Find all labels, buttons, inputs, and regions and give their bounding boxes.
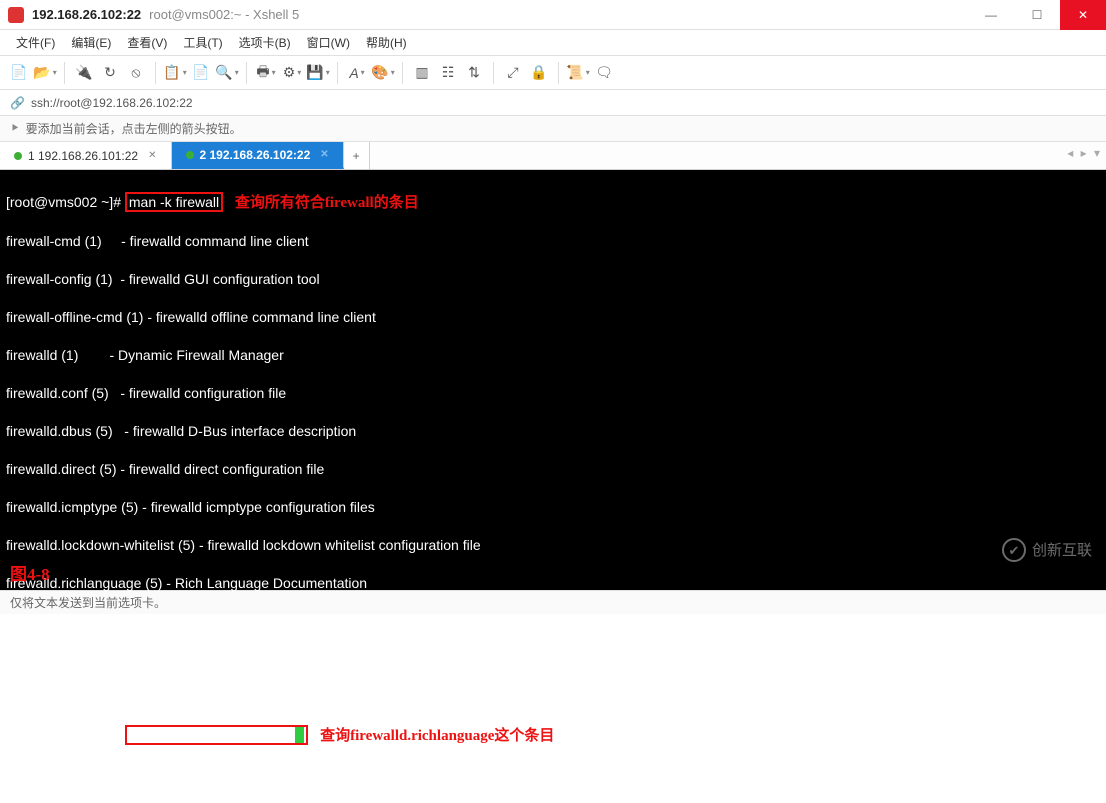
print-icon[interactable]: 🖶 <box>257 64 275 82</box>
tabbar: 1 192.168.26.101:22 ✕ 2 192.168.26.102:2… <box>0 142 1106 170</box>
terminal-output-line: firewalld.conf (5) - firewalld configura… <box>6 384 1100 403</box>
tab-label: 1 192.168.26.101:22 <box>28 149 138 163</box>
minimize-button[interactable]: — <box>968 0 1014 30</box>
menu-view[interactable]: 查看(V) <box>121 32 173 53</box>
window-title-main: 192.168.26.102:22 <box>32 7 141 22</box>
hintbar: ⯈ 要添加当前会话，点击左侧的箭头按钮。 <box>0 116 1106 142</box>
tab-close-icon[interactable]: ✕ <box>148 150 156 161</box>
address-url: ssh://root@192.168.26.102:22 <box>31 96 193 110</box>
terminal-output-line: firewalld.icmptype (5) - firewalld icmpt… <box>6 498 1100 517</box>
highlighted-command-2: man firewalld.richlanguage <box>125 725 309 745</box>
toolbar-separator <box>402 62 403 84</box>
titlebar: 192.168.26.102:22 root@vms002:~ - Xshell… <box>0 0 1106 30</box>
tunneling-icon[interactable]: ☷ <box>439 64 457 82</box>
terminal-output-line: firewalld.zone (5) - firewalld zone conf… <box>6 650 1100 669</box>
tab-label: 2 192.168.26.102:22 <box>200 148 311 162</box>
terminal-output-line: firewalld.zones (5) - firewalld zones <box>6 688 1100 707</box>
terminal-output-line: firewalld.dbus (5) - firewalld D-Bus int… <box>6 422 1100 441</box>
watermark-icon: ✔ <box>1002 538 1026 562</box>
highlighted-command-1: man -k firewall <box>125 192 223 212</box>
menu-tools[interactable]: 工具(T) <box>177 32 228 53</box>
prompt: [root@vms002 ~]# <box>6 727 125 743</box>
watermark-text: 创新互联 <box>1032 541 1092 560</box>
annotation-2: 查询firewalld.richlanguage这个条目 <box>320 728 554 744</box>
terminal-output-line: firewalld.direct (5) - firewalld direct … <box>6 460 1100 479</box>
terminal-output-line: firewalld.richlanguage (5) - Rich Langua… <box>6 574 1100 593</box>
terminal-output-line: firewalld.service (5) - firewalld servic… <box>6 612 1100 631</box>
toolbar-separator <box>64 62 65 84</box>
save-icon[interactable]: 💾 <box>309 64 327 82</box>
figure-label: 图4-8 <box>10 565 50 584</box>
link-icon: 🔗 <box>10 96 25 110</box>
compose-icon[interactable]: 🗨 <box>595 64 613 82</box>
copy-icon[interactable]: 📋 <box>166 64 184 82</box>
connect-icon[interactable]: 🔌 <box>75 64 93 82</box>
font-icon[interactable]: A <box>348 64 366 82</box>
window-controls: — ☐ ✕ <box>968 0 1106 30</box>
transfer-icon[interactable]: ⇅ <box>465 64 483 82</box>
menu-tab[interactable]: 选项卡(B) <box>233 32 297 53</box>
new-session-icon[interactable]: 📄 <box>10 64 28 82</box>
find-icon[interactable]: 🔍 <box>218 64 236 82</box>
toolbar-separator <box>558 62 559 84</box>
hint-text: 要添加当前会话，点击左侧的箭头按钮。 <box>26 120 242 137</box>
app-icon <box>8 7 24 23</box>
toolbar-separator <box>493 62 494 84</box>
tab-close-icon[interactable]: ✕ <box>320 149 328 160</box>
add-tab-button[interactable]: + <box>344 142 370 169</box>
maximize-button[interactable]: ☐ <box>1014 0 1060 30</box>
addressbar[interactable]: 🔗 ssh://root@192.168.26.102:22 <box>0 90 1106 116</box>
terminal[interactable]: [root@vms002 ~]# man -k firewall 查询所有符合f… <box>0 170 1106 590</box>
terminal-output-line: firewall-config (1) - firewalld GUI conf… <box>6 270 1100 289</box>
status-dot-icon <box>14 152 22 160</box>
toolbar-separator <box>246 62 247 84</box>
menubar: 文件(F) 编辑(E) 查看(V) 工具(T) 选项卡(B) 窗口(W) 帮助(… <box>0 30 1106 56</box>
toolbar-separator <box>337 62 338 84</box>
script-icon[interactable]: 📜 <box>569 64 587 82</box>
tab-nav-arrows[interactable]: ◂ ▸ ▾ <box>1067 146 1102 160</box>
window-title-sub: root@vms002:~ - Xshell 5 <box>149 7 299 22</box>
session-tab-1[interactable]: 1 192.168.26.101:22 ✕ <box>0 142 172 169</box>
hint-arrow-icon[interactable]: ⯈ <box>10 121 20 136</box>
terminal-output-line: firewall-cmd (1) - firewalld command lin… <box>6 232 1100 251</box>
fullscreen-icon[interactable]: ⤢ <box>504 64 522 82</box>
terminal-output-line: firewalld.lockdown-whitelist (5) - firew… <box>6 536 1100 555</box>
disconnect-icon[interactable]: ⦸ <box>127 64 145 82</box>
annotation-1: 查询所有符合firewall的条目 <box>235 195 419 211</box>
color-icon[interactable]: 🎨 <box>374 64 392 82</box>
sessions-icon[interactable]: ▥ <box>413 64 431 82</box>
watermark: ✔ 创新互联 <box>1002 538 1092 562</box>
open-session-icon[interactable]: 📂 <box>36 64 54 82</box>
status-dot-icon <box>186 151 194 159</box>
lock-icon[interactable]: 🔒 <box>530 64 548 82</box>
cursor-icon <box>295 727 304 743</box>
close-button[interactable]: ✕ <box>1060 0 1106 30</box>
reconnect-icon[interactable]: ↻ <box>101 64 119 82</box>
paste-icon[interactable]: 📄 <box>192 64 210 82</box>
terminal-output-line: firewall-offline-cmd (1) - firewalld off… <box>6 308 1100 327</box>
properties-icon[interactable]: ⚙ <box>283 64 301 82</box>
toolbar: 📄 📂 🔌 ↻ ⦸ 📋 📄 🔍 🖶 ⚙ 💾 A 🎨 ▥ ☷ ⇅ ⤢ 🔒 📜 🗨 <box>0 56 1106 90</box>
menu-help[interactable]: 帮助(H) <box>360 32 413 53</box>
prompt: [root@vms002 ~]# <box>6 194 125 210</box>
menu-window[interactable]: 窗口(W) <box>301 32 356 53</box>
toolbar-separator <box>155 62 156 84</box>
terminal-output-line: firewalld (1) - Dynamic Firewall Manager <box>6 346 1100 365</box>
menu-edit[interactable]: 编辑(E) <box>65 32 117 53</box>
session-tab-2[interactable]: 2 192.168.26.102:22 ✕ <box>172 142 344 169</box>
menu-file[interactable]: 文件(F) <box>10 32 61 53</box>
